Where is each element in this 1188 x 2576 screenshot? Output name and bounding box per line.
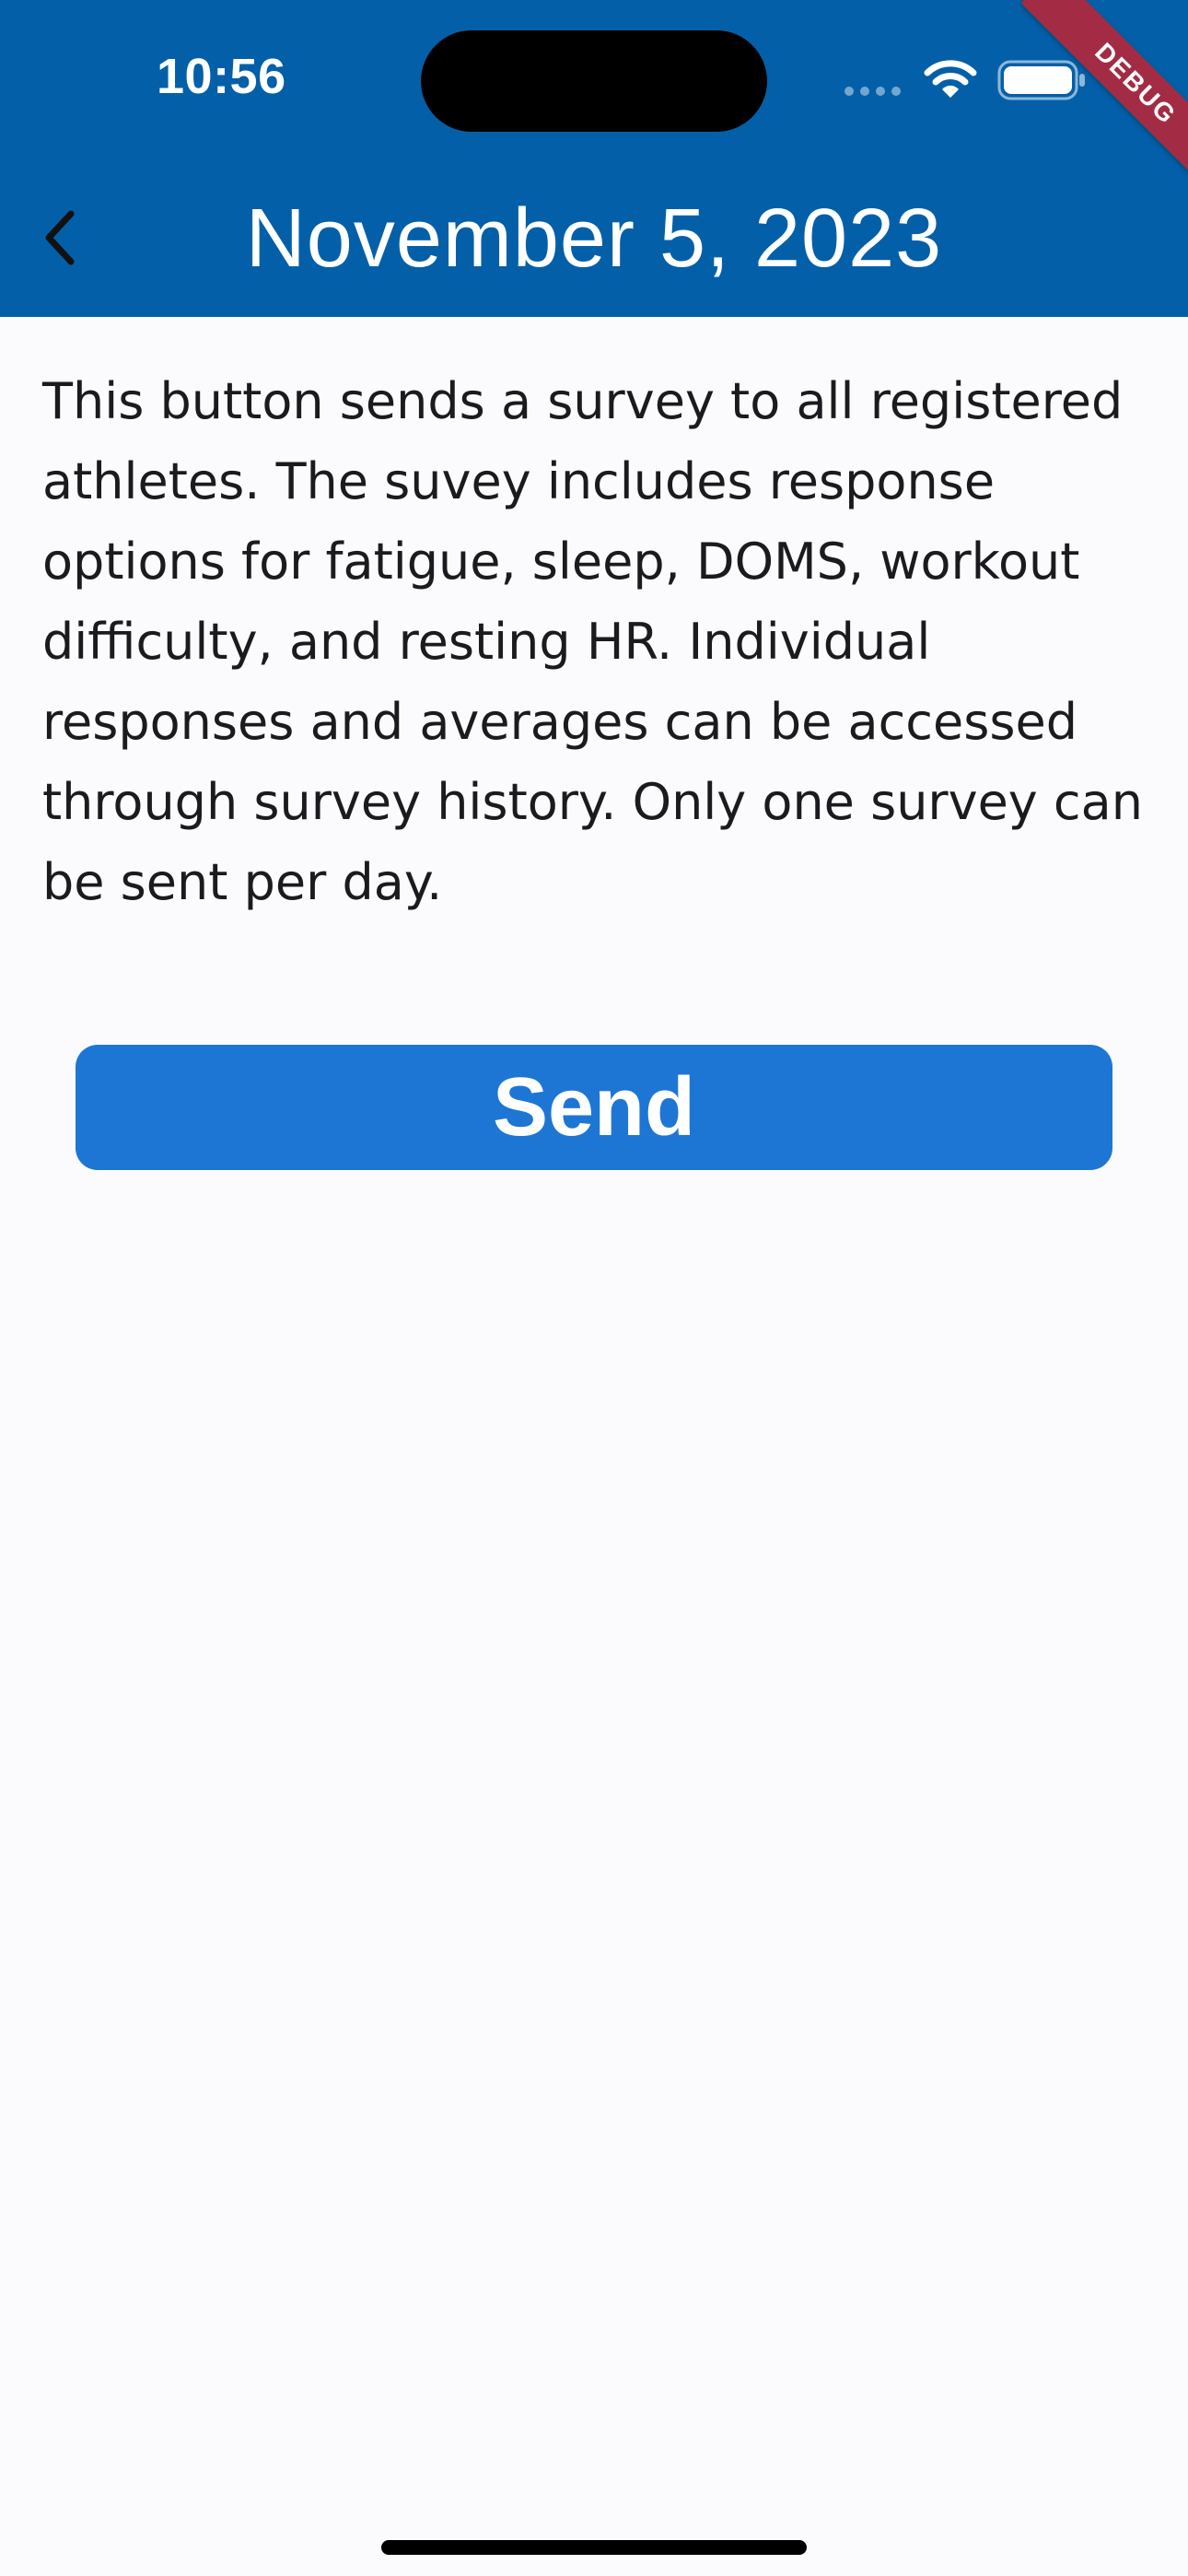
status-bar-time: 10:56: [157, 49, 286, 104]
send-survey-button[interactable]: Send: [76, 1045, 1112, 1170]
page-title: November 5, 2023: [245, 193, 943, 285]
survey-description: This button sends a survey to all regist…: [42, 372, 1143, 911]
dynamic-island: [421, 30, 767, 132]
cellular-signal-icon: [844, 87, 901, 96]
home-indicator: [381, 2540, 807, 2555]
app-bar: 10:56 DEBUG November 5, 2023: [0, 0, 1188, 317]
battery-icon: [997, 60, 1085, 100]
wifi-icon: [924, 60, 977, 98]
